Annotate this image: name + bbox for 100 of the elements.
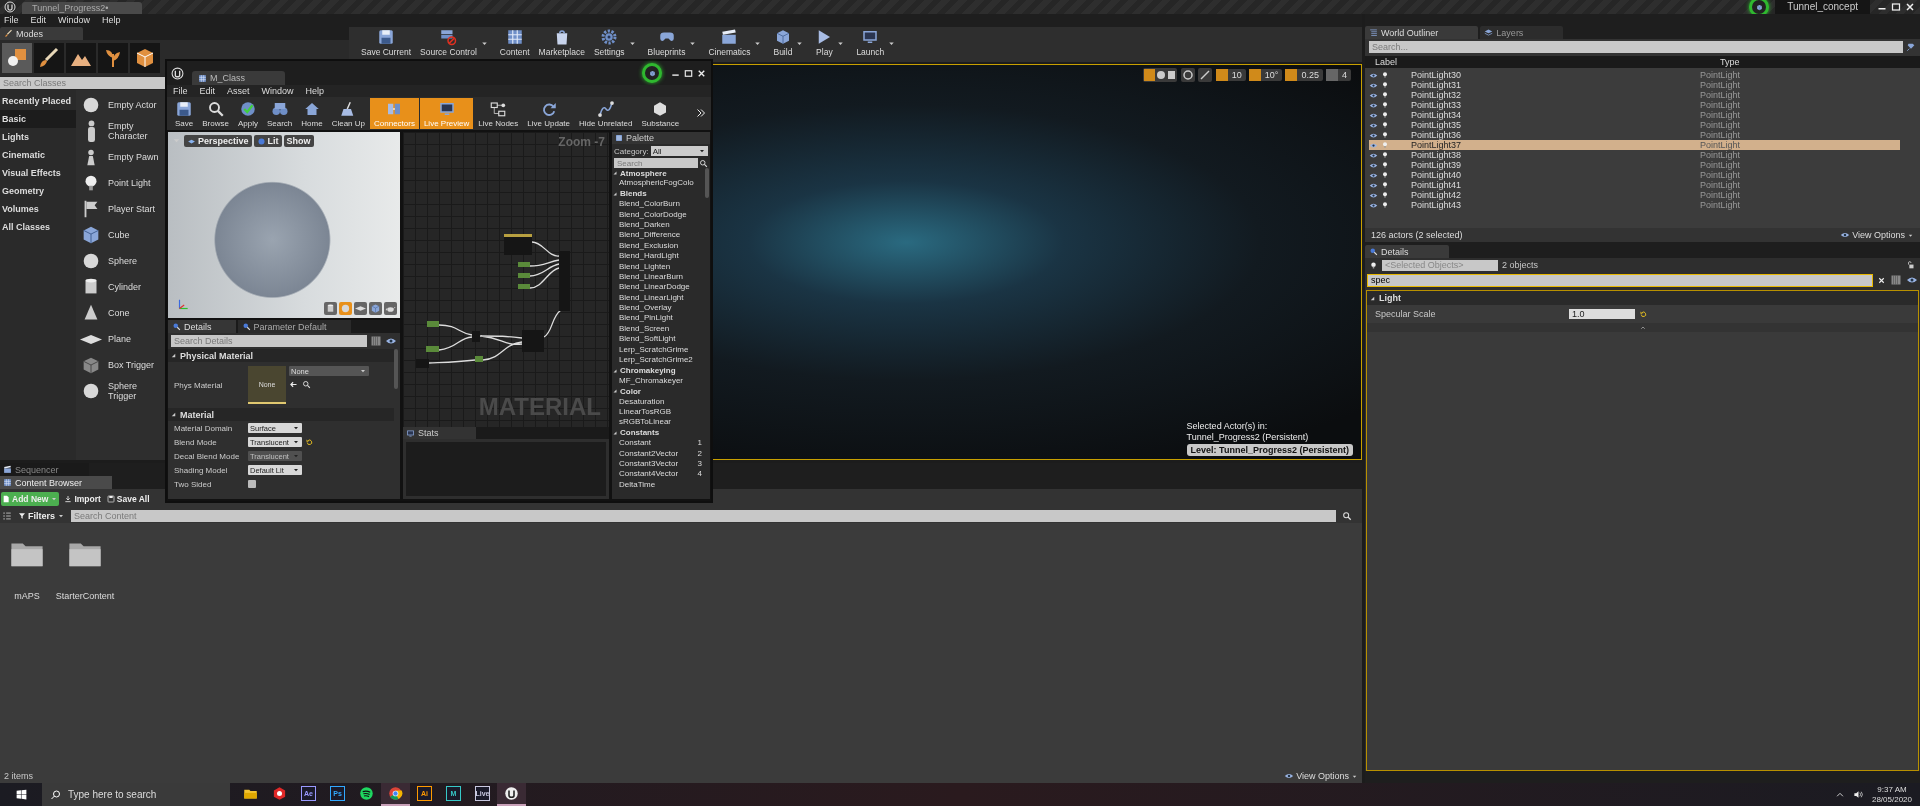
- outliner-row[interactable]: PointLight43 PointLight: [1369, 200, 1900, 210]
- palette-category[interactable]: Constants: [612, 427, 705, 439]
- search-field[interactable]: Search Details: [171, 335, 367, 347]
- snap-toggle[interactable]: [1285, 69, 1298, 81]
- toolbar-button[interactable]: Save: [171, 98, 198, 129]
- graph-node[interactable]: [504, 234, 532, 255]
- outliner-row[interactable]: PointLight42 PointLight: [1369, 190, 1900, 200]
- outliner-row[interactable]: PointLight30 PointLight: [1369, 70, 1900, 80]
- preview-shape-button[interactable]: [324, 302, 337, 315]
- panel-tab[interactable]: Parameter Default: [237, 320, 351, 333]
- snap-setting[interactable]: 10°: [1248, 69, 1283, 81]
- toolbar-button[interactable]: Hide Unrelated: [575, 98, 637, 129]
- toolbar-button[interactable]: Import: [63, 491, 102, 506]
- graph-node[interactable]: [518, 284, 530, 289]
- category-item[interactable]: All Classes: [0, 218, 76, 236]
- class-list-item[interactable]: Point Light: [76, 170, 165, 196]
- chevron-up-icon[interactable]: [1638, 325, 1647, 331]
- toolbar-button[interactable]: Search: [262, 98, 297, 129]
- class-list-item[interactable]: Cube: [76, 222, 165, 248]
- outliner-row[interactable]: PointLight40 PointLight: [1369, 170, 1900, 180]
- palette-item[interactable]: Constant3Vector 3: [612, 458, 705, 470]
- panel-tab[interactable]: World Outliner: [1365, 26, 1479, 39]
- category-item[interactable]: Geometry: [0, 182, 76, 200]
- document-tab[interactable]: Tunnel_Progress2•: [22, 2, 143, 14]
- view-options-button[interactable]: View Options: [1840, 230, 1914, 240]
- toolbar-button[interactable]: Clean Up: [327, 98, 369, 129]
- search-icon[interactable]: [302, 380, 311, 389]
- menu-item[interactable]: File: [173, 85, 188, 97]
- palette-category[interactable]: Color: [612, 386, 705, 397]
- graph-node[interactable]: [559, 251, 570, 311]
- menu-item[interactable]: Help: [305, 85, 325, 97]
- toolbar-button[interactable]: Build: [769, 27, 797, 57]
- outliner-row[interactable]: PointLight31 PointLight: [1369, 80, 1900, 90]
- filters-button[interactable]: Filters: [18, 510, 65, 521]
- mode-button[interactable]: [66, 43, 96, 73]
- palette-item[interactable]: sRGBToLinear: [612, 417, 705, 428]
- viewport-button[interactable]: Lit: [253, 135, 282, 147]
- palette-item[interactable]: Blend_ColorBurn: [612, 199, 705, 210]
- class-list-item[interactable]: Plane: [76, 326, 165, 352]
- toolbar-button[interactable]: Substance: [637, 98, 684, 129]
- palette-item[interactable]: Blend_PinLight: [612, 313, 705, 324]
- graph-node[interactable]: [522, 330, 544, 352]
- dropdown-arrow-icon[interactable]: [836, 39, 846, 48]
- search-field[interactable]: Search: [614, 158, 698, 168]
- search-icon[interactable]: [1342, 510, 1352, 521]
- snap-setting[interactable]: 10: [1215, 69, 1246, 81]
- outliner-row[interactable]: PointLight41 PointLight: [1369, 180, 1900, 190]
- toolbar-button[interactable]: Blueprints: [643, 27, 690, 57]
- category-dropdown[interactable]: All: [650, 146, 708, 156]
- back-arrow-icon[interactable]: [289, 380, 298, 389]
- palette-item[interactable]: Lerp_ScratchGrime: [612, 344, 705, 356]
- menu-item[interactable]: Help: [102, 14, 121, 27]
- palette-item[interactable]: Lerp_ScratchGrime2: [612, 355, 705, 366]
- class-list-item[interactable]: Empty Pawn: [76, 144, 165, 170]
- snap-toggle[interactable]: [1248, 69, 1261, 81]
- palette-item[interactable]: Desaturation: [612, 396, 705, 407]
- taskbar-app[interactable]: [497, 783, 526, 806]
- menu-item[interactable]: Asset: [227, 85, 250, 97]
- graph-node[interactable]: [427, 321, 439, 327]
- menu-item[interactable]: Edit: [199, 85, 216, 97]
- column-header[interactable]: Label: [1375, 56, 1720, 68]
- menu-item[interactable]: Window: [58, 14, 91, 27]
- snap-toggle[interactable]: [1215, 69, 1228, 81]
- toolbar-button[interactable]: Play: [811, 27, 838, 57]
- outliner-row[interactable]: PointLight39 PointLight: [1369, 160, 1900, 170]
- snap-setting[interactable]: 0.25: [1285, 69, 1323, 81]
- class-list-item[interactable]: Cone: [76, 300, 165, 326]
- palette-item[interactable]: Blend_LinearLight: [612, 292, 705, 304]
- checkbox[interactable]: [248, 480, 256, 488]
- panel-tab[interactable]: Details: [168, 320, 236, 333]
- outliner-row[interactable]: PointLight36 PointLight: [1369, 130, 1900, 140]
- toolbar-button[interactable]: Cinematics: [704, 27, 755, 57]
- preview-shape-button[interactable]: [354, 302, 367, 315]
- class-list-item[interactable]: Sphere: [76, 248, 165, 274]
- graph-node[interactable]: [416, 359, 429, 368]
- toolbar-button[interactable]: Launch: [852, 27, 889, 57]
- outliner-row[interactable]: PointLight38 PointLight: [1369, 150, 1900, 160]
- column-grid-icon[interactable]: [370, 335, 382, 347]
- toolbar-button[interactable]: Apply: [233, 98, 262, 129]
- panel-tab[interactable]: Layers: [1480, 26, 1564, 39]
- class-list-item[interactable]: Player Start: [76, 196, 165, 222]
- class-list-item[interactable]: Empty Actor: [76, 92, 165, 118]
- mode-button[interactable]: [98, 43, 128, 73]
- toolbar-button[interactable]: Live Update: [523, 98, 574, 129]
- scrollbar[interactable]: [705, 168, 709, 198]
- palette-item[interactable]: Blend_Difference: [612, 230, 705, 241]
- category-item[interactable]: Recently Placed: [0, 92, 76, 110]
- padlock-icon[interactable]: [1906, 260, 1916, 270]
- palette-item[interactable]: Constant4Vector 4: [612, 469, 705, 480]
- source-control-button[interactable]: [642, 63, 662, 83]
- panel-tab[interactable]: Stats: [403, 427, 476, 439]
- menu-item[interactable]: File: [4, 14, 19, 27]
- panel-tab[interactable]: Content Browser: [0, 476, 113, 489]
- section-header[interactable]: Material: [168, 408, 394, 421]
- windows-logo-icon[interactable]: [14, 788, 28, 801]
- toolbar-button[interactable]: Settings: [589, 27, 629, 57]
- outliner-row[interactable]: PointLight37 PointLight: [1369, 140, 1900, 150]
- section-header[interactable]: Light: [1367, 291, 1918, 305]
- maximize-icon[interactable]: [1890, 1, 1902, 13]
- panel-tab[interactable]: Sequencer: [0, 463, 89, 476]
